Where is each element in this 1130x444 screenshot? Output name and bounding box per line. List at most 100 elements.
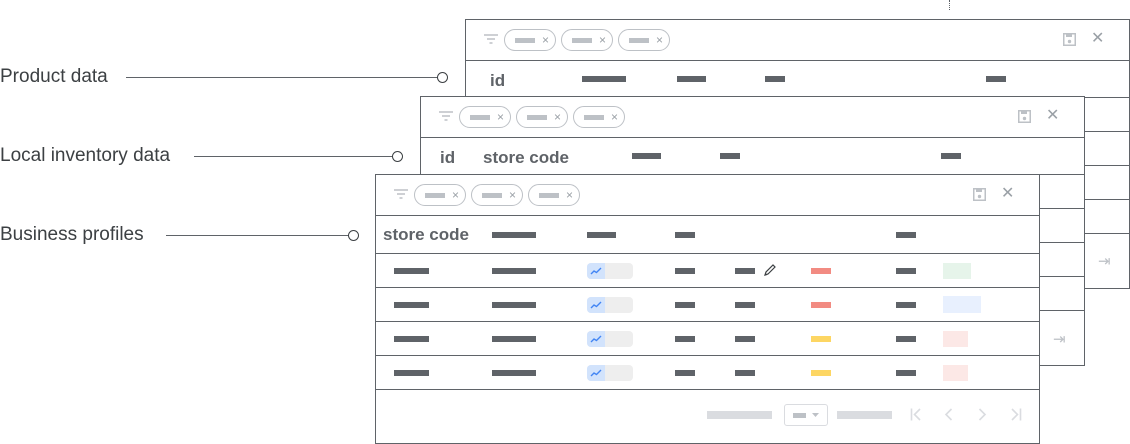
cell-placeholder xyxy=(394,370,429,376)
filter-chip[interactable]: × xyxy=(471,184,523,206)
close-icon[interactable]: × xyxy=(554,110,561,124)
column-header-placeholder xyxy=(677,76,706,82)
save-icon[interactable] xyxy=(1063,33,1076,46)
status-swatch-yellow xyxy=(811,336,831,342)
trend-chip[interactable] xyxy=(587,365,633,381)
save-icon[interactable] xyxy=(973,188,986,201)
status-swatch-red xyxy=(811,302,831,308)
dropdown-icon xyxy=(812,413,819,417)
cell-placeholder xyxy=(896,302,916,308)
cell-placeholder xyxy=(735,302,755,308)
cell-placeholder xyxy=(735,268,755,274)
save-icon[interactable] xyxy=(1018,110,1031,123)
cell-placeholder xyxy=(675,268,695,274)
last-page-icon[interactable]: ⇥ xyxy=(1098,252,1111,270)
status-swatch-red xyxy=(811,268,831,274)
status-badge-green xyxy=(943,263,971,279)
filter-chip[interactable]: × xyxy=(414,184,466,206)
business-toolbar: × × × ✕ xyxy=(376,175,1039,216)
cell-placeholder xyxy=(492,336,536,342)
product-connector xyxy=(126,77,438,78)
trend-chip[interactable] xyxy=(587,263,633,279)
pagination-bar xyxy=(376,390,1039,443)
column-header-id: id xyxy=(440,148,456,167)
filter-chip[interactable]: × xyxy=(561,29,613,51)
header-row: id store code xyxy=(421,138,1084,175)
product-toolbar: × × × ✕ xyxy=(466,20,1129,61)
cell-placeholder xyxy=(492,370,536,376)
trend-icon xyxy=(590,301,602,309)
column-header-placeholder xyxy=(986,76,1006,82)
chevron-right-icon[interactable] xyxy=(978,408,987,421)
last-page-icon[interactable]: ⇥ xyxy=(1053,330,1066,348)
close-icon[interactable]: ✕ xyxy=(1091,31,1104,47)
filter-chip[interactable]: × xyxy=(459,106,511,128)
close-icon[interactable]: × xyxy=(611,110,618,124)
trend-chip[interactable] xyxy=(587,331,633,347)
trend-chip[interactable] xyxy=(587,297,633,313)
column-header-id: id xyxy=(490,71,506,90)
business-connector-dot xyxy=(348,230,359,241)
close-icon[interactable]: × xyxy=(656,33,663,47)
cell-placeholder xyxy=(675,370,695,376)
rows-per-page-label xyxy=(707,411,772,419)
pencil-icon[interactable] xyxy=(763,263,777,277)
rows-per-page-select[interactable] xyxy=(784,404,828,426)
filter-chip[interactable]: × xyxy=(618,29,670,51)
cell-placeholder xyxy=(492,302,536,308)
first-page-icon[interactable] xyxy=(910,408,922,421)
inventory-connector xyxy=(194,156,393,157)
status-badge-blue xyxy=(943,296,981,313)
column-header-store-code: store code xyxy=(383,225,469,244)
business-profiles-panel: × × × ✕ store code xyxy=(375,174,1040,444)
filter-icon[interactable] xyxy=(484,34,498,45)
close-icon[interactable]: × xyxy=(599,33,606,47)
column-header-placeholder xyxy=(675,232,695,238)
table-row[interactable] xyxy=(376,254,1039,288)
trend-icon xyxy=(590,369,602,377)
header-row: store code xyxy=(376,216,1039,254)
table-row[interactable] xyxy=(376,356,1039,390)
cell-placeholder xyxy=(896,336,916,342)
filter-icon[interactable] xyxy=(439,111,453,122)
cell-placeholder xyxy=(394,336,429,342)
business-connector xyxy=(166,235,349,236)
close-icon[interactable]: × xyxy=(497,110,504,124)
filter-icon[interactable] xyxy=(394,189,408,200)
close-icon[interactable]: × xyxy=(566,188,573,202)
filter-chip[interactable]: × xyxy=(573,106,625,128)
column-header-placeholder xyxy=(492,232,536,238)
last-page-icon[interactable] xyxy=(1010,408,1022,421)
column-header-placeholder xyxy=(720,153,740,159)
dotted-mark xyxy=(949,0,951,10)
filter-chip[interactable]: × xyxy=(528,184,580,206)
product-connector-dot xyxy=(437,72,448,83)
cell-placeholder xyxy=(394,268,429,274)
status-badge-pink xyxy=(943,331,968,347)
column-header-placeholder xyxy=(896,232,916,238)
status-swatch-yellow xyxy=(811,370,831,376)
inventory-toolbar: × × × ✕ xyxy=(421,97,1084,138)
status-badge-pink xyxy=(943,365,968,381)
table-row[interactable] xyxy=(376,322,1039,356)
cell-placeholder xyxy=(492,268,536,274)
product-data-label: Product data xyxy=(0,66,108,87)
filter-chip[interactable]: × xyxy=(504,29,556,51)
column-header-placeholder xyxy=(765,76,785,82)
close-icon[interactable]: ✕ xyxy=(1046,108,1059,124)
chevron-left-icon[interactable] xyxy=(944,408,953,421)
cell-placeholder xyxy=(394,302,429,308)
inventory-connector-dot xyxy=(392,151,403,162)
filter-chip[interactable]: × xyxy=(516,106,568,128)
table-row[interactable] xyxy=(376,288,1039,322)
column-header-placeholder xyxy=(941,153,961,159)
column-header-placeholder xyxy=(582,76,626,82)
close-icon[interactable]: ✕ xyxy=(1001,186,1014,202)
close-icon[interactable]: × xyxy=(452,188,459,202)
header-row: id xyxy=(466,61,1129,98)
trend-icon xyxy=(590,335,602,343)
close-icon[interactable]: × xyxy=(542,33,549,47)
cell-placeholder xyxy=(896,268,916,274)
close-icon[interactable]: × xyxy=(509,188,516,202)
column-header-store-code: store code xyxy=(483,148,569,167)
